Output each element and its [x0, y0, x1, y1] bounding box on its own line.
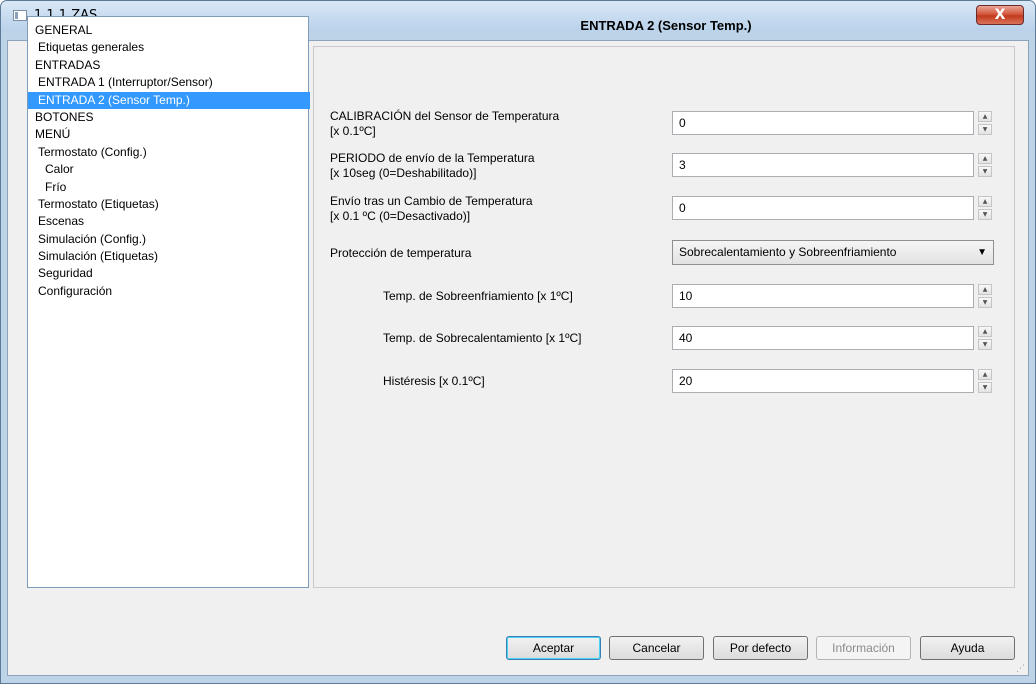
tree-item[interactable]: Configuración — [28, 283, 308, 300]
spin-down-icon[interactable]: ▼ — [978, 166, 992, 177]
tree-item[interactable]: ENTRADA 1 (Interruptor/Sensor) — [28, 74, 308, 91]
tree-item[interactable]: GENERAL — [28, 22, 308, 39]
sobrecalentamiento-spinner[interactable]: ▲ ▼ — [978, 326, 992, 350]
spin-down-icon[interactable]: ▼ — [978, 124, 992, 135]
sobrecalentamiento-label: Temp. de Sobrecalentamiento [x 1ºC] — [383, 331, 582, 345]
tree-item[interactable]: Calor — [28, 161, 308, 178]
histeresis-input[interactable]: 20 — [672, 369, 974, 393]
parameter-tree[interactable]: GENERAL Etiquetas generales ENTRADAS ENTRAD… — [27, 16, 310, 588]
spin-down-icon[interactable]: ▼ — [978, 209, 992, 220]
spin-up-icon[interactable]: ▲ — [978, 369, 992, 380]
spin-up-icon[interactable]: ▲ — [978, 326, 992, 337]
envio-spinner[interactable]: ▲ ▼ — [978, 196, 992, 220]
spin-up-icon[interactable]: ▲ — [978, 284, 992, 295]
histeresis-spinner[interactable]: ▲ ▼ — [978, 369, 992, 393]
window-icon — [13, 10, 27, 21]
envio-label: Envío tras un Cambio de Temperatura — [330, 194, 533, 208]
panel-title: ENTRADA 2 (Sensor Temp.) — [580, 18, 752, 33]
resize-grip-icon[interactable]: ⋰ — [1016, 664, 1025, 674]
dropdown-arrow-icon[interactable]: ▼ — [977, 241, 987, 264]
proteccion-select[interactable]: Sobrecalentamiento y Sobreenfriamiento ▼ — [672, 240, 994, 265]
calibracion-spinner[interactable]: ▲ ▼ — [978, 111, 992, 135]
proteccion-value: Sobrecalentamiento y Sobreenfriamiento — [679, 245, 897, 259]
calibracion-input[interactable]: 0 — [672, 111, 974, 135]
cancelar-button[interactable]: Cancelar — [609, 636, 704, 660]
periodo-input[interactable]: 3 — [672, 153, 974, 177]
periodo-unit-label: [x 10seg (0=Deshabilitado)] — [330, 166, 477, 180]
envio-unit-label: [x 0.1 ºC (0=Desactivado)] — [330, 209, 471, 223]
proteccion-label: Protección de temperatura — [330, 246, 472, 260]
tree-item[interactable]: BOTONES — [28, 109, 308, 126]
aceptar-button[interactable]: Aceptar — [506, 636, 601, 660]
calibracion-label: CALIBRACIÓN del Sensor de Temperatura — [330, 109, 560, 123]
sobreenfriamiento-spinner[interactable]: ▲ ▼ — [978, 284, 992, 308]
tree-item[interactable]: Frío — [28, 179, 308, 196]
sobreenfriamiento-input[interactable]: 10 — [672, 284, 974, 308]
spin-up-icon[interactable]: ▲ — [978, 196, 992, 207]
tree-item[interactable]: ENTRADAS — [28, 57, 308, 74]
tree-item[interactable]: ENTRADA 2 (Sensor Temp.) — [28, 91, 310, 109]
tree-item[interactable]: Termostato (Config.) — [28, 144, 308, 161]
ayuda-button[interactable]: Ayuda — [920, 636, 1015, 660]
periodo-label: PERIODO de envío de la Temperatura — [330, 151, 535, 165]
tree-item[interactable]: Seguridad — [28, 265, 308, 282]
spin-up-icon[interactable]: ▲ — [978, 153, 992, 164]
sobrecalentamiento-input[interactable]: 40 — [672, 326, 974, 350]
tree-item[interactable]: Simulación (Config.) — [28, 231, 308, 248]
histeresis-label: Histéresis [x 0.1ºC] — [383, 374, 485, 388]
calibracion-unit-label: [x 0.1ºC] — [330, 124, 376, 138]
por-defecto-button[interactable]: Por defecto — [713, 636, 808, 660]
envio-input[interactable]: 0 — [672, 196, 974, 220]
spin-down-icon[interactable]: ▼ — [978, 382, 992, 393]
tree-item[interactable]: Etiquetas generales — [28, 39, 308, 56]
spin-down-icon[interactable]: ▼ — [978, 339, 992, 350]
spin-down-icon[interactable]: ▼ — [978, 297, 992, 308]
tree-item[interactable]: Simulación (Etiquetas) — [28, 248, 308, 265]
informacion-button: Información — [816, 636, 911, 660]
tree-item[interactable]: Escenas — [28, 213, 308, 230]
periodo-spinner[interactable]: ▲ ▼ — [978, 153, 992, 177]
tree-item[interactable]: MENÚ — [28, 126, 308, 143]
tree-item[interactable]: Termostato (Etiquetas) — [28, 196, 308, 213]
spin-up-icon[interactable]: ▲ — [978, 111, 992, 122]
sobreenfriamiento-label: Temp. de Sobreenfriamiento [x 1ºC] — [383, 289, 573, 303]
